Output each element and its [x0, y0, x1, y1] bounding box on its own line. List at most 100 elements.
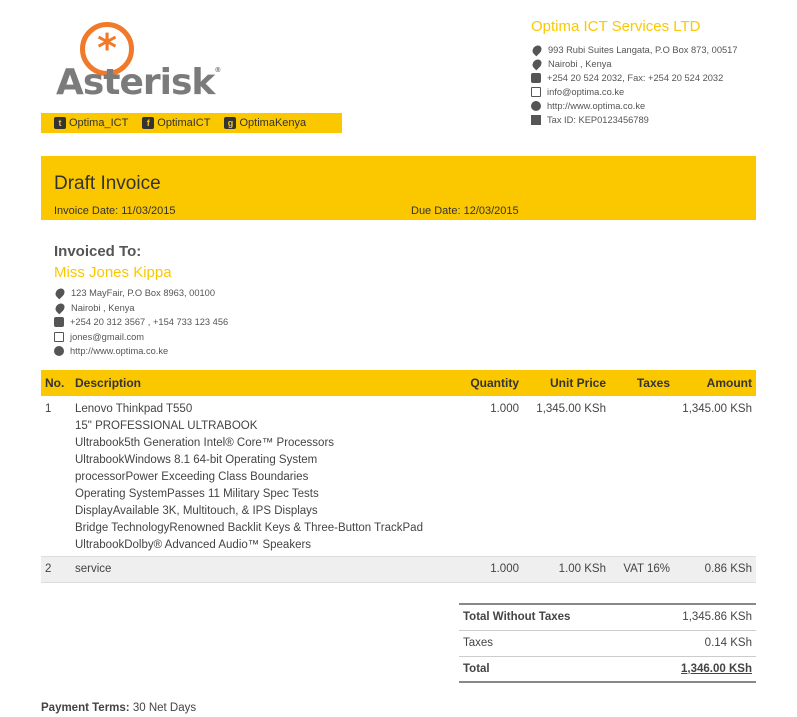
description-line: DisplayAvailable 3K, Multitouch, & IPS D… — [75, 505, 318, 517]
line-description: service — [71, 556, 455, 583]
table-header-row: No. Description Quantity Unit Price Taxe… — [41, 370, 756, 396]
line-taxes — [610, 396, 674, 557]
column-header-unit-price: Unit Price — [523, 370, 610, 396]
line-quantity: 1.000 — [455, 556, 523, 583]
taxes-value: 0.14 KSh — [635, 629, 756, 656]
customer-phone-line: +254 20 312 3567 , +154 733 123 456 — [54, 315, 374, 330]
map-marker-icon — [530, 43, 544, 57]
invoice-title: Draft Invoice — [54, 173, 161, 194]
column-header-taxes: Taxes — [610, 370, 674, 396]
description-line: Ultrabook5th Generation Intel® Core™ Pro… — [75, 437, 335, 449]
customer-website[interactable]: http://www.optima.co.ke — [70, 344, 168, 359]
total-without-taxes-value: 1,345.86 KSh — [635, 603, 756, 630]
map-marker-icon — [53, 286, 67, 300]
phone-icon — [54, 317, 64, 327]
envelope-icon — [531, 87, 541, 97]
map-marker-icon — [53, 301, 67, 314]
customer-email-line: jones@gmail.com — [54, 330, 374, 345]
total-without-taxes-label: Total Without Taxes — [459, 603, 636, 630]
total-label: Total — [459, 655, 636, 683]
description-line: Lenovo Thinkpad T550 — [75, 403, 193, 415]
description-line: Bridge TechnologyRenowned Backlit Keys &… — [75, 522, 423, 534]
invoiced-to-section: Invoiced To: Miss Jones Kippa 123 MayFai… — [53, 243, 374, 359]
line-amount: 1,345.00 KSh — [674, 396, 756, 557]
payment-terms-value: 30 Net Days — [132, 702, 197, 714]
company-email-line: info@optima.co.ke — [531, 85, 751, 99]
customer-city-line: Nairobi , Kenya — [53, 301, 374, 316]
company-website[interactable]: http://www.optima.co.ke — [547, 99, 645, 113]
globe-icon — [531, 101, 541, 111]
description-line: UltrabookWindows 8.1 64-bit Operating Sy… — [75, 454, 318, 466]
map-marker-icon — [530, 57, 544, 71]
total-without-taxes-row: Total Without Taxes 1,345.86 KSh — [459, 603, 756, 630]
company-logo: * Asterisk® — [56, 22, 221, 106]
facebook-icon: f — [142, 117, 155, 129]
table-row: 2 service 1.000 1.00 KSh VAT 16% 0.86 KS… — [41, 556, 756, 583]
line-unit-price: 1,345.00 KSh — [523, 396, 610, 557]
building-icon — [531, 115, 541, 125]
customer-city: Nairobi , Kenya — [71, 302, 135, 313]
social-facebook[interactable]: f OptimaICT — [142, 117, 210, 129]
customer-address: 123 MayFair, P.O Box 8963, 00100 — [71, 288, 216, 298]
description-line: service — [75, 563, 112, 575]
line-no: 2 — [41, 556, 71, 583]
company-city-line: Nairobi , Kenya — [530, 57, 751, 71]
phone-icon — [531, 73, 541, 83]
logo-trademark: ® — [214, 66, 221, 74]
company-info: Optima ICT Services LTD 993 Rubi Suites … — [530, 18, 751, 127]
invoice-lines-table: No. Description Quantity Unit Price Taxe… — [41, 370, 756, 583]
company-website-line: http://www.optima.co.ke — [531, 99, 751, 113]
line-amount: 0.86 KSh — [674, 556, 756, 583]
payment-terms-label: Payment Terms: — [41, 702, 130, 714]
line-no: 1 — [41, 396, 71, 557]
globe-icon — [54, 346, 64, 356]
column-header-description: Description — [71, 370, 455, 396]
description-line: processorPower Exceeding Class Boundarie… — [75, 471, 309, 483]
company-tax-line: Tax ID: KEP0123456789 — [531, 113, 751, 127]
facebook-handle: OptimaICT — [157, 117, 211, 129]
total-row: Total 1,346.00 KSh — [459, 655, 756, 683]
line-quantity: 1.000 — [455, 396, 523, 557]
social-bar: t Optima_ICT f OptimaICT g OptimaKenya — [41, 113, 342, 133]
column-header-amount: Amount — [674, 370, 756, 396]
company-city: Nairobi , Kenya — [548, 59, 612, 69]
taxes-row: Taxes 0.14 KSh — [459, 629, 756, 656]
social-google-plus[interactable]: g OptimaKenya — [224, 117, 306, 129]
invoiced-to-label: Invoiced To: — [54, 243, 142, 260]
twitter-handle: Optima_ICT — [69, 117, 129, 129]
total-value: 1,346.00 KSh — [635, 655, 756, 683]
totals-table: Total Without Taxes 1,345.86 KSh Taxes 0… — [459, 603, 756, 683]
description-line: 15" PROFESSIONAL ULTRABOOK — [75, 420, 258, 432]
due-date: Due Date: 12/03/2015 — [411, 205, 519, 217]
payment-terms: Payment Terms: 30 Net Days — [41, 702, 196, 714]
company-email[interactable]: info@optima.co.ke — [547, 85, 624, 99]
company-address-line: 993 Rubi Suites Langata, P.O Box 873, 00… — [530, 43, 751, 57]
line-unit-price: 1.00 KSh — [523, 556, 610, 583]
company-phone-line: +254 20 524 2032, Fax: +254 20 524 2032 — [531, 71, 751, 85]
customer-address-line: 123 MayFair, P.O Box 8963, 00100 — [53, 286, 374, 301]
invoice-date: Invoice Date: 11/03/2015 — [54, 205, 176, 217]
taxes-label: Taxes — [459, 629, 636, 656]
customer-phone: +254 20 312 3567 , +154 733 123 456 — [70, 317, 229, 327]
envelope-icon — [54, 331, 64, 342]
description-line: Operating SystemPasses 11 Military Spec … — [75, 488, 319, 500]
social-twitter[interactable]: t Optima_ICT — [54, 117, 128, 129]
customer-website-line: http://www.optima.co.ke — [54, 344, 374, 359]
logo-wordmark: Asterisk® — [56, 62, 221, 103]
customer-name: Miss Jones Kippa — [54, 264, 172, 281]
customer-email[interactable]: jones@gmail.com — [70, 330, 144, 345]
column-header-quantity: Quantity — [455, 370, 523, 396]
logo-text: Asterisk — [56, 62, 215, 103]
line-taxes: VAT 16% — [610, 556, 674, 583]
description-line: UltrabookDolby® Advanced Audio™ Speakers — [75, 539, 312, 551]
google-plus-handle: OptimaKenya — [239, 117, 307, 129]
twitter-icon: t — [54, 117, 66, 129]
table-row: 1 Lenovo Thinkpad T550 15" PROFESSIONAL … — [41, 396, 756, 557]
column-header-no: No. — [41, 370, 71, 396]
invoice-banner: Draft Invoice Invoice Date: 11/03/2015 D… — [41, 156, 756, 220]
company-phone: +254 20 524 2032, Fax: +254 20 524 2032 — [547, 73, 724, 83]
company-name: Optima ICT Services LTD — [531, 18, 701, 35]
google-plus-icon: g — [224, 117, 237, 129]
company-tax-id: Tax ID: KEP0123456789 — [547, 115, 649, 125]
line-description: Lenovo Thinkpad T550 15" PROFESSIONAL UL… — [71, 396, 455, 557]
